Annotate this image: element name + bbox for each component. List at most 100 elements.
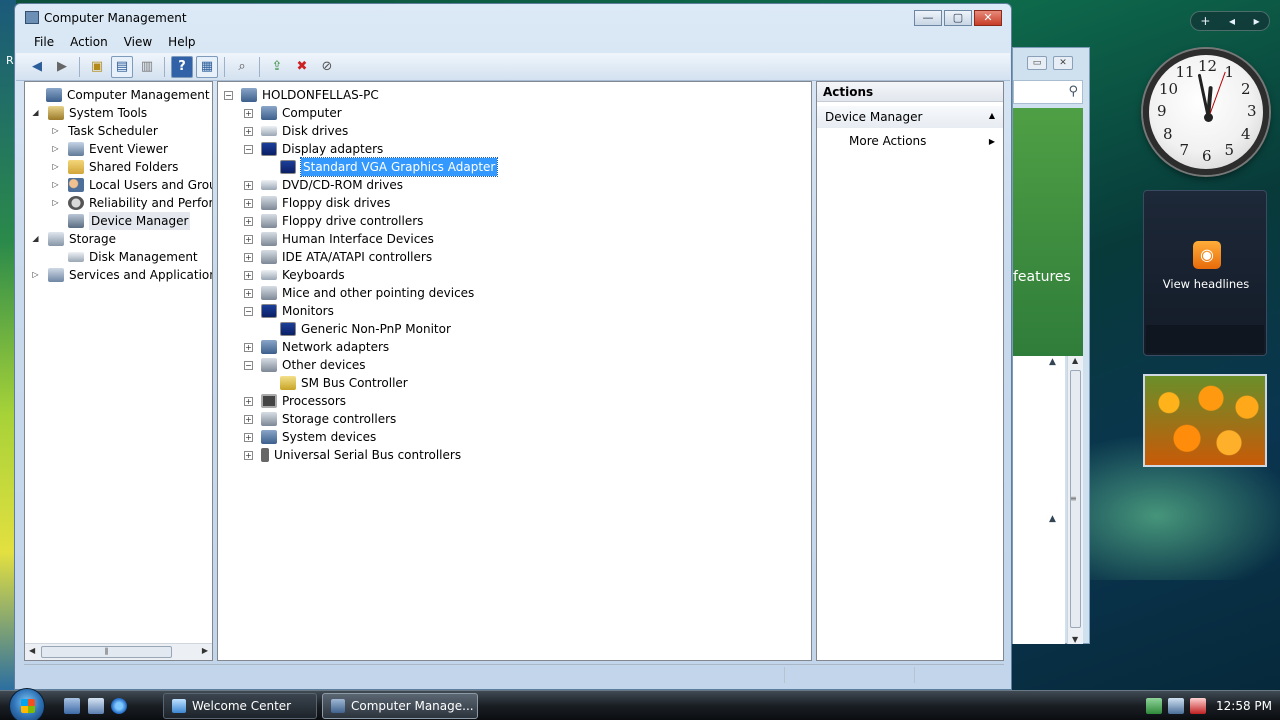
- console-tree-node[interactable]: ▷ Event Viewer: [51, 140, 168, 158]
- device-tree-node[interactable]: + Floppy drive controllers: [244, 212, 423, 230]
- device-tree-node[interactable]: + Universal Serial Bus controllers: [244, 446, 461, 464]
- actions-section-device-manager[interactable]: Device Manager ▲: [817, 106, 1003, 128]
- console-tree-node[interactable]: Disk Management: [51, 248, 198, 266]
- expand-icon[interactable]: ▷: [51, 198, 60, 208]
- expand-icon[interactable]: ▷: [51, 126, 60, 136]
- close-button[interactable]: ✕: [974, 10, 1002, 26]
- taskbar-clock[interactable]: 12:58 PM: [1216, 699, 1272, 713]
- expand-icon[interactable]: +: [244, 414, 253, 424]
- scroll-right-icon[interactable]: ▶: [202, 646, 208, 655]
- search-icon[interactable]: ⚲: [1068, 84, 1078, 99]
- device-tree-node[interactable]: + Human Interface Devices: [244, 230, 434, 248]
- collapse-icon[interactable]: −: [244, 360, 253, 370]
- device-tree-node[interactable]: + Network adapters: [244, 338, 389, 356]
- device-tree-node[interactable]: + Keyboards: [244, 266, 345, 284]
- close-icon[interactable]: ✕: [1053, 56, 1073, 70]
- collapse-icon[interactable]: −: [244, 144, 253, 154]
- expand-icon[interactable]: +: [244, 432, 253, 442]
- forward-icon[interactable]: ▶: [51, 56, 73, 78]
- scroll-thumb[interactable]: ⫼: [41, 646, 172, 658]
- device-tree-node[interactable]: + Processors: [244, 392, 346, 410]
- disable-device-icon[interactable]: ⊘: [316, 56, 338, 78]
- device-tree-node[interactable]: Generic Non-PnP Monitor: [263, 320, 451, 338]
- expand-icon[interactable]: ▷: [31, 270, 40, 280]
- expand-icon[interactable]: +: [244, 108, 253, 118]
- expand-icon[interactable]: +: [244, 252, 253, 262]
- console-tree-node[interactable]: ◢ Storage: [31, 230, 116, 248]
- menu-help[interactable]: Help: [160, 35, 203, 49]
- update-driver-icon[interactable]: ⇪: [266, 56, 288, 78]
- background-search-box[interactable]: ⚲: [1013, 80, 1083, 104]
- previous-icon[interactable]: ◂: [1229, 14, 1235, 28]
- console-tree-node[interactable]: ▷ Shared Folders: [51, 158, 178, 176]
- slideshow-gadget[interactable]: [1143, 374, 1267, 467]
- menu-file[interactable]: File: [26, 35, 62, 49]
- switch-windows-icon[interactable]: [88, 698, 104, 714]
- device-tree-node[interactable]: + Mice and other pointing devices: [244, 284, 474, 302]
- collapse-icon[interactable]: −: [244, 306, 253, 316]
- vertical-scrollbar[interactable]: ▲ ≡ ▼: [1067, 356, 1083, 644]
- device-tree-node[interactable]: + System devices: [244, 428, 376, 446]
- maximize-button[interactable]: ▢: [944, 10, 972, 26]
- up-folder-icon[interactable]: ▣: [86, 56, 108, 78]
- collapse-up-icon[interactable]: ▲: [1049, 514, 1056, 524]
- console-tree-node[interactable]: Computer Management (Local: [29, 86, 212, 104]
- back-icon[interactable]: ◀: [26, 56, 48, 78]
- expand-icon[interactable]: +: [244, 198, 253, 208]
- view-headlines-link[interactable]: View headlines: [1144, 277, 1268, 291]
- scan-hardware-icon[interactable]: ⌕: [231, 56, 253, 78]
- device-tree[interactable]: − HOLDONFELLAS-PC + Computer + Disk drives − Di…: [217, 81, 812, 661]
- collapse-up-icon[interactable]: ▲: [1049, 357, 1056, 367]
- internet-explorer-icon[interactable]: [111, 698, 127, 714]
- feed-headlines-gadget[interactable]: ◉ View headlines: [1143, 190, 1267, 356]
- taskbar-button-computer-management[interactable]: Computer Manage...: [322, 693, 478, 719]
- next-icon[interactable]: ▸: [1254, 14, 1260, 28]
- network-icon[interactable]: [1168, 698, 1184, 714]
- horizontal-scrollbar[interactable]: ◀ ⫼ ▶: [25, 643, 212, 660]
- properties-icon[interactable]: ▥: [136, 56, 158, 78]
- title-bar[interactable]: Computer Management — ▢ ✕: [15, 4, 1011, 32]
- scroll-up-icon[interactable]: ▲: [1072, 356, 1078, 365]
- computer-management-window[interactable]: Computer Management — ▢ ✕ File Action Vi…: [14, 3, 1012, 690]
- taskbar-button-welcome-center[interactable]: Welcome Center: [163, 693, 317, 719]
- expand-icon[interactable]: +: [244, 450, 253, 460]
- collapse-icon[interactable]: ◢: [31, 108, 40, 118]
- device-tree-node[interactable]: − Display adapters: [244, 140, 383, 158]
- collapse-icon[interactable]: ◢: [31, 234, 40, 244]
- restore-icon[interactable]: ▭: [1027, 56, 1047, 70]
- console-tree-node[interactable]: ▷ Reliability and Performa: [51, 194, 212, 212]
- minimize-button[interactable]: —: [914, 10, 942, 26]
- expand-icon[interactable]: ▷: [51, 144, 60, 154]
- show-desktop-icon[interactable]: [64, 698, 80, 714]
- show-action-pane-icon[interactable]: ▦: [196, 55, 218, 78]
- device-tree-node[interactable]: + DVD/CD-ROM drives: [244, 176, 403, 194]
- expand-icon[interactable]: +: [244, 396, 253, 406]
- uninstall-icon[interactable]: ✖: [291, 56, 313, 78]
- device-tree-node[interactable]: SM Bus Controller: [263, 374, 408, 392]
- console-tree-node[interactable]: Device Manager: [51, 212, 191, 230]
- device-tree-node[interactable]: − Monitors: [244, 302, 334, 320]
- console-tree-node[interactable]: ◢ System Tools: [31, 104, 147, 122]
- volume-muted-icon[interactable]: [1190, 698, 1206, 714]
- device-tree-node[interactable]: + IDE ATA/ATAPI controllers: [244, 248, 432, 266]
- device-tree-node[interactable]: − HOLDONFELLAS-PC: [224, 86, 379, 104]
- expand-icon[interactable]: +: [244, 126, 253, 136]
- scroll-left-icon[interactable]: ◀: [29, 646, 35, 655]
- show-hide-console-tree-icon[interactable]: ▤: [111, 55, 133, 78]
- device-tree-node[interactable]: + Floppy disk drives: [244, 194, 390, 212]
- collapse-icon[interactable]: −: [224, 90, 233, 100]
- clock-gadget[interactable]: 12 1 2 3 4 5 6 7 8 9 10 11: [1143, 49, 1269, 175]
- expand-icon[interactable]: +: [244, 270, 253, 280]
- expand-icon[interactable]: +: [244, 342, 253, 352]
- collapse-up-icon[interactable]: ▲: [989, 111, 995, 120]
- device-tree-node[interactable]: + Storage controllers: [244, 410, 396, 428]
- device-tree-node[interactable]: + Disk drives: [244, 122, 348, 140]
- menu-action[interactable]: Action: [62, 35, 116, 49]
- console-tree-node[interactable]: ▷ Services and Applications: [31, 266, 212, 284]
- console-tree-node[interactable]: ▷ Task Scheduler: [51, 122, 157, 140]
- device-tree-node[interactable]: + Computer: [244, 104, 342, 122]
- expand-icon[interactable]: +: [244, 180, 253, 190]
- scroll-down-icon[interactable]: ▼: [1072, 635, 1078, 644]
- device-tree-node[interactable]: Standard VGA Graphics Adapter: [263, 157, 499, 177]
- background-window[interactable]: ▭ ✕ ⚲ features ▲ ▲ ▲ ≡ ▼: [1012, 47, 1090, 644]
